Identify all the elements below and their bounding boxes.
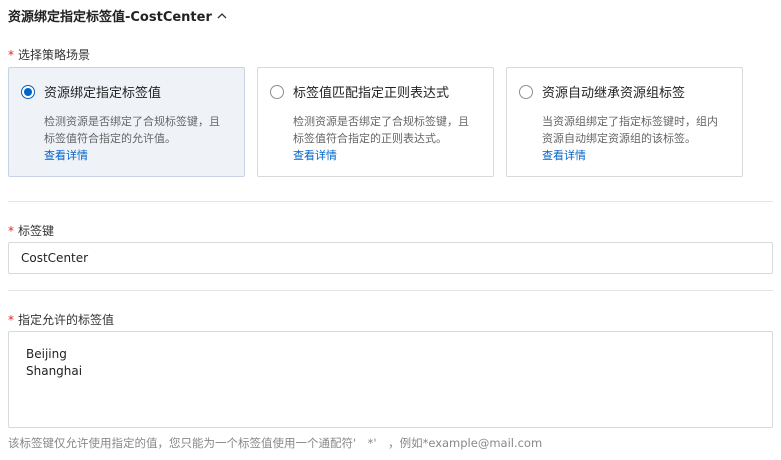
strategy-label: * 选择策略场景 <box>8 46 90 63</box>
radio-button[interactable] <box>519 84 533 99</box>
view-details-link[interactable]: 查看详情 <box>542 147 730 164</box>
tag-policy-form: 资源绑定指定标签值-CostCenter * 选择策略场景 资源绑定指定标签值 检… <box>0 0 781 460</box>
tag-key-input[interactable] <box>8 242 773 274</box>
allowed-values-textarea[interactable]: Beijing Shanghai <box>8 331 773 428</box>
required-mark: * <box>8 224 14 238</box>
strategy-option-bind-tag-value[interactable]: 资源绑定指定标签值 检测资源是否绑定了合规标签键，且标签值符合指定的允许值。 查… <box>8 67 245 177</box>
radio-button-selected[interactable] <box>21 84 35 99</box>
tag-key-label: * 标签键 <box>8 222 54 239</box>
divider <box>8 290 773 291</box>
required-mark: * <box>8 313 14 327</box>
option-title: 资源自动继承资源组标签 <box>542 86 686 101</box>
section-header[interactable]: 资源绑定指定标签值-CostCenter <box>8 6 228 25</box>
allowed-values-label: * 指定允许的标签值 <box>8 311 114 328</box>
view-details-link[interactable]: 查看详情 <box>44 147 232 164</box>
help-text: 该标签键仅允许使用指定的值，您只能为一个标签值使用一个通配符' *' ，例如*e… <box>8 436 543 450</box>
strategy-label-text: 选择策略场景 <box>18 48 91 62</box>
chevron-up-icon[interactable] <box>216 10 228 22</box>
section-title: 资源绑定指定标签值-CostCenter <box>8 10 212 25</box>
option-description: 当资源组绑定了指定标签键时，组内资源自动绑定资源组的该标签。 <box>542 115 718 145</box>
option-title: 标签值匹配指定正则表达式 <box>293 86 450 101</box>
strategy-options: 资源绑定指定标签值 检测资源是否绑定了合规标签键，且标签值符合指定的允许值。 查… <box>8 67 743 177</box>
option-description: 检测资源是否绑定了合规标签键，且标签值符合指定的允许值。 <box>44 115 220 145</box>
option-description: 检测资源是否绑定了合规标签键，且标签值符合指定的正则表达式。 <box>293 115 469 145</box>
tag-key-label-text: 标签键 <box>18 224 55 238</box>
strategy-option-regex-match[interactable]: 标签值匹配指定正则表达式 检测资源是否绑定了合规标签键，且标签值符合指定的正则表… <box>257 67 494 177</box>
allowed-values-label-text: 指定允许的标签值 <box>18 313 115 327</box>
strategy-option-inherit-group-tag[interactable]: 资源自动继承资源组标签 当资源组绑定了指定标签键时，组内资源自动绑定资源组的该标… <box>506 67 743 177</box>
option-title: 资源绑定指定标签值 <box>44 86 162 101</box>
view-details-link[interactable]: 查看详情 <box>293 147 481 164</box>
radio-button[interactable] <box>270 84 284 99</box>
required-mark: * <box>8 48 14 62</box>
divider <box>8 201 773 202</box>
